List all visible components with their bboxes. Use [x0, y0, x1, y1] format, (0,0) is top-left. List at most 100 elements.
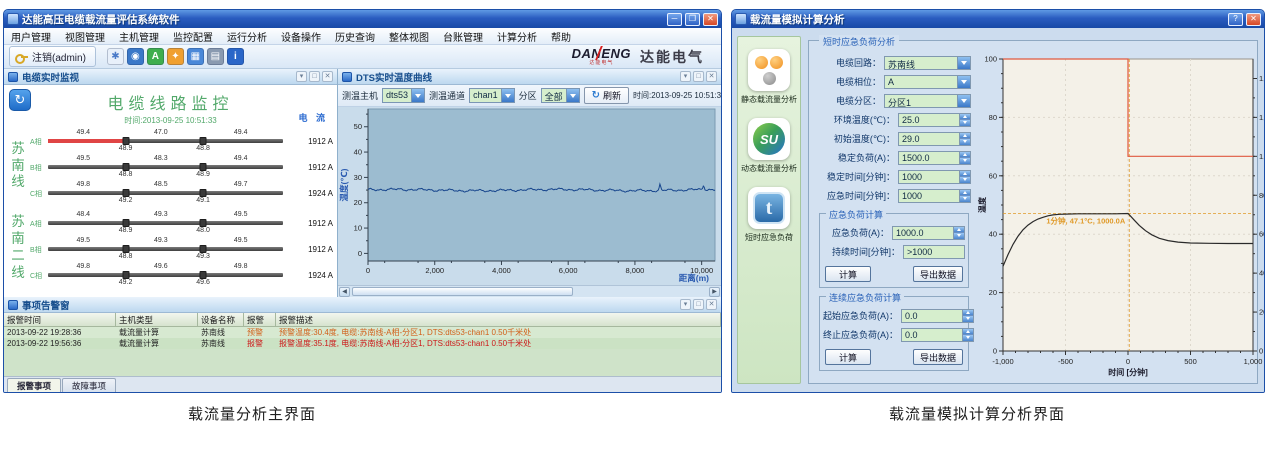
- menu-item[interactable]: 历史查询: [328, 28, 382, 45]
- panel-pin-button[interactable]: ▾: [680, 299, 691, 310]
- menu-item[interactable]: 计算分析: [490, 28, 544, 45]
- spinner-field[interactable]: 1500.0: [898, 151, 971, 165]
- titlebar[interactable]: 载流量模拟计算分析 ? ✕: [732, 10, 1264, 28]
- column-header[interactable]: 报警描述: [276, 313, 721, 326]
- chevron-down-icon[interactable]: [501, 89, 514, 102]
- report-icon[interactable]: ▤: [207, 48, 224, 65]
- hand-icon[interactable]: ✦: [167, 48, 184, 65]
- temperature-value: 47.0: [154, 129, 168, 136]
- table-row[interactable]: 2013-09-22 19:56:36载流量计算苏南线报警报警温度:35.1度,…: [4, 338, 721, 349]
- refresh-button[interactable]: ↻ 刷新: [584, 87, 629, 104]
- menu-item[interactable]: 视图管理: [58, 28, 112, 45]
- cable-row: A相49.447.049.448.948.81912 A: [30, 127, 335, 153]
- horizontal-scrollbar[interactable]: ◀ ▶: [338, 285, 721, 297]
- scrollbar-thumb[interactable]: [352, 287, 573, 296]
- dropdown-field[interactable]: 苏南线: [884, 56, 971, 70]
- cable-joint-icon: [122, 219, 129, 227]
- panel-maximize-button[interactable]: □: [693, 299, 704, 310]
- scroll-right-icon[interactable]: ▶: [709, 287, 720, 297]
- scroll-left-icon[interactable]: ◀: [339, 287, 350, 297]
- menu-item[interactable]: 主机管理: [112, 28, 166, 45]
- chevron-down-icon[interactable]: [957, 76, 970, 88]
- export-data-button[interactable]: 导出数据: [913, 349, 963, 365]
- titlebar[interactable]: 达能高压电缆载流量评估系统软件 ─ ❐ ✕: [4, 10, 721, 28]
- close-button[interactable]: ✕: [1246, 13, 1261, 26]
- spinner-field[interactable]: 1000.0: [892, 226, 965, 240]
- panel-close-button[interactable]: ✕: [706, 299, 717, 310]
- help-button[interactable]: ?: [1228, 13, 1243, 26]
- phase-label: C相: [30, 189, 42, 199]
- spinner-field[interactable]: 0.0: [901, 328, 974, 342]
- current-value: 1924 A: [308, 271, 333, 280]
- menu-item[interactable]: 用户管理: [4, 28, 58, 45]
- menu-item[interactable]: 整体视图: [382, 28, 436, 45]
- cable-bar[interactable]: [48, 247, 283, 251]
- column-header[interactable]: 设备名称: [198, 313, 244, 326]
- groupbox-title: 短时应急负荷分析: [819, 35, 899, 48]
- cable-bar[interactable]: [48, 191, 283, 195]
- cable-bar[interactable]: [48, 273, 283, 277]
- table-row[interactable]: 2013-09-22 19:28:36载流量计算苏南线预警预警温度:30.4度,…: [4, 327, 721, 338]
- spinner-field[interactable]: 29.0: [898, 132, 971, 146]
- dropdown-field[interactable]: 分区1: [884, 94, 971, 108]
- menu-item[interactable]: 设备操作: [274, 28, 328, 45]
- dropdown-field[interactable]: A: [884, 75, 971, 89]
- info-icon[interactable]: i: [227, 48, 244, 65]
- text-field[interactable]: >1000: [903, 245, 965, 259]
- sidebar-item[interactable]: 静态载流量分析: [741, 49, 797, 105]
- tab-故障事项[interactable]: 故障事项: [62, 378, 116, 392]
- minimize-button[interactable]: ─: [667, 13, 682, 26]
- panel-maximize-button[interactable]: □: [693, 71, 704, 82]
- spinner-field[interactable]: 1000: [898, 189, 971, 203]
- spinner-field[interactable]: 0.0: [901, 309, 974, 323]
- menu-item[interactable]: 监控配置: [166, 28, 220, 45]
- form-field: 电缆相位：A: [813, 72, 971, 91]
- channel-select[interactable]: chan1: [469, 88, 515, 103]
- chevron-down-icon[interactable]: [957, 57, 970, 69]
- menu-item[interactable]: 运行分析: [220, 28, 274, 45]
- panel-pin-button[interactable]: ▾: [296, 71, 307, 82]
- sidebar-item[interactable]: SU动态载流量分析: [741, 118, 797, 174]
- monitor-icon[interactable]: A: [147, 48, 164, 65]
- spinner-field[interactable]: 1000: [898, 170, 971, 184]
- column-header[interactable]: 报警时间: [4, 313, 116, 326]
- spinner-buttons[interactable]: [962, 310, 973, 322]
- calculate-button[interactable]: 计算: [825, 349, 871, 365]
- spinner-field[interactable]: 25.0: [898, 113, 971, 127]
- spinner-buttons[interactable]: [959, 114, 970, 126]
- tab-报警事项[interactable]: 报警事项: [7, 378, 61, 392]
- chevron-down-icon[interactable]: [957, 95, 970, 107]
- cable-bar[interactable]: [48, 221, 283, 225]
- globe-icon[interactable]: ◉: [127, 48, 144, 65]
- spinner-buttons[interactable]: [959, 190, 970, 202]
- chevron-down-icon[interactable]: [411, 89, 424, 102]
- calculate-button[interactable]: 计算: [825, 266, 871, 282]
- menu-item[interactable]: 台账管理: [436, 28, 490, 45]
- panel-close-button[interactable]: ✕: [322, 71, 333, 82]
- restore-button[interactable]: ❐: [685, 13, 700, 26]
- host-select[interactable]: dts53: [382, 88, 425, 103]
- spinner-buttons[interactable]: [962, 329, 973, 341]
- export-data-button[interactable]: 导出数据: [913, 266, 963, 282]
- cable-bar[interactable]: [48, 165, 283, 169]
- spinner-buttons[interactable]: [959, 152, 970, 164]
- panel-close-button[interactable]: ✕: [706, 71, 717, 82]
- column-header[interactable]: 报警: [244, 313, 276, 326]
- spinner-buttons[interactable]: [953, 227, 964, 239]
- panel-pin-button[interactable]: ▾: [680, 71, 691, 82]
- close-button[interactable]: ✕: [703, 13, 718, 26]
- column-header[interactable]: 主机类型: [116, 313, 198, 326]
- panel-maximize-button[interactable]: □: [309, 71, 320, 82]
- snowflake-icon[interactable]: ✱: [107, 48, 124, 65]
- logout-button[interactable]: 注销(admin): [9, 46, 96, 67]
- grid-icon[interactable]: ▦: [187, 48, 204, 65]
- refresh-icon-button[interactable]: ↻: [9, 89, 31, 111]
- zone-select[interactable]: 全部: [541, 88, 580, 103]
- spinner-buttons[interactable]: [959, 171, 970, 183]
- menu-item[interactable]: 帮助: [544, 28, 578, 45]
- sidebar-item[interactable]: t短时应急负荷: [745, 187, 793, 243]
- groupbox-title: 连续应急负荷计算: [826, 291, 904, 304]
- chevron-down-icon[interactable]: [566, 89, 579, 102]
- alarm-time: 2013-09-22 19:28:36: [4, 328, 116, 337]
- spinner-buttons[interactable]: [959, 133, 970, 145]
